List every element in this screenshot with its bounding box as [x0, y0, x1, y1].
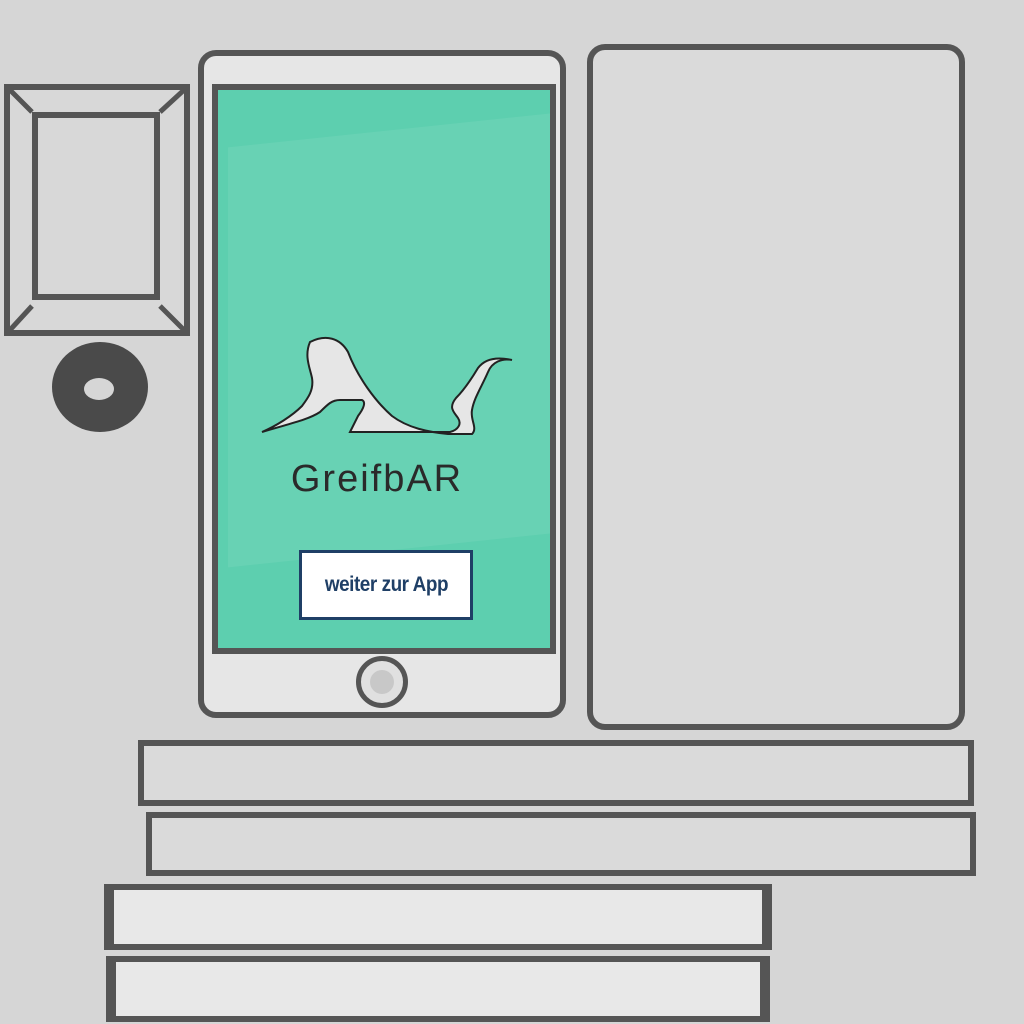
- shelf-board: [106, 956, 770, 1022]
- griffin-icon: [261, 336, 513, 435]
- continue-button-label: weiter zur App: [324, 573, 448, 596]
- home-button[interactable]: [356, 656, 408, 708]
- app-brand-name: GreifbAR: [290, 458, 464, 500]
- shelf-board: [104, 884, 772, 950]
- griffin-shape: [261, 336, 513, 435]
- shelf-board: [146, 812, 976, 876]
- continue-to-app-button[interactable]: weiter zur App: [299, 550, 473, 620]
- ring-decoration: [52, 342, 148, 432]
- picture-frame-inner: [32, 112, 160, 300]
- picture-frame: [4, 84, 190, 336]
- side-panel: [587, 44, 965, 730]
- shelf-board: [138, 740, 974, 806]
